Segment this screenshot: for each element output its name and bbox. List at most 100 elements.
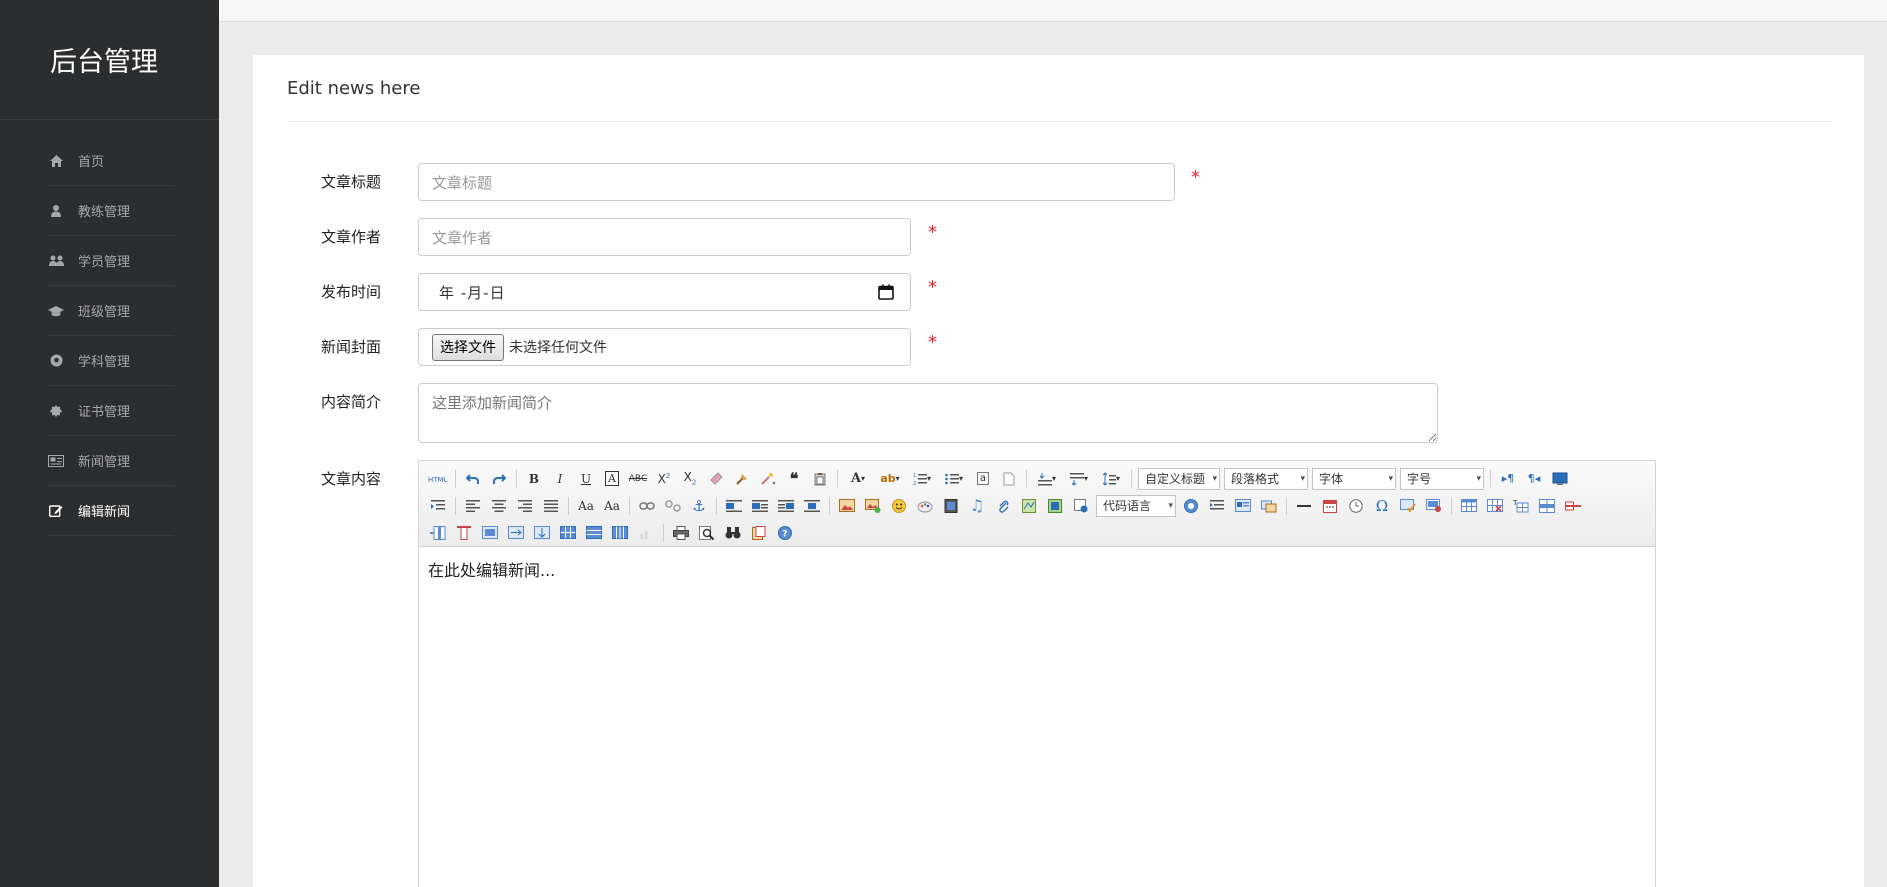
font-size-select[interactable]: 字号 — [1400, 467, 1484, 490]
publish-date-input[interactable]: 年 -月-日 — [418, 273, 911, 311]
delete-row-icon[interactable] — [1563, 496, 1583, 516]
google-map-icon[interactable] — [1045, 496, 1065, 516]
font-family-select[interactable]: 字体 — [1312, 467, 1396, 490]
lowercase-icon[interactable]: Aa — [602, 496, 622, 516]
format-painter-icon[interactable] — [732, 469, 752, 489]
scrawl-icon[interactable] — [915, 496, 935, 516]
special-chars-icon[interactable]: Ω — [1372, 496, 1392, 516]
ltr-icon[interactable]: ▸¶ — [1498, 469, 1518, 489]
image-right-icon[interactable] — [776, 496, 796, 516]
unordered-list-icon[interactable]: ▾ — [941, 469, 967, 489]
author-input[interactable]: 文章作者 — [418, 218, 911, 256]
delete-column-icon[interactable] — [454, 523, 474, 543]
insert-column-icon[interactable] — [428, 523, 448, 543]
search-replace-icon[interactable] — [723, 523, 743, 543]
row-spacing-bottom-icon[interactable]: ▾ — [1066, 469, 1092, 489]
insert-table-icon[interactable] — [1459, 496, 1479, 516]
background-icon[interactable] — [1233, 496, 1253, 516]
page-break-icon[interactable] — [1181, 496, 1201, 516]
snapscreen-icon[interactable] — [1259, 496, 1279, 516]
emotion-icon[interactable] — [889, 496, 909, 516]
eraser-icon[interactable] — [706, 469, 726, 489]
sidebar-item-students[interactable]: 学员管理 — [48, 236, 174, 286]
choose-file-button[interactable]: 选择文件 — [432, 333, 504, 361]
merge-down-icon[interactable] — [532, 523, 552, 543]
insert-image-icon[interactable] — [837, 496, 857, 516]
summary-textarea[interactable] — [418, 383, 1438, 443]
insert-frame-icon[interactable] — [1071, 496, 1091, 516]
sidebar-item-home[interactable]: 首页 — [48, 136, 174, 186]
merge-right-icon[interactable] — [506, 523, 526, 543]
bold-icon[interactable]: B — [524, 469, 544, 489]
align-left-icon[interactable] — [463, 496, 483, 516]
attachment-icon[interactable] — [993, 496, 1013, 516]
multi-image-icon[interactable] — [863, 496, 883, 516]
image-center-icon[interactable] — [802, 496, 822, 516]
preview-icon[interactable] — [697, 523, 717, 543]
map-icon[interactable] — [1019, 496, 1039, 516]
clear-doc-icon[interactable] — [999, 469, 1019, 489]
undo-icon[interactable] — [463, 469, 483, 489]
blockquote-icon[interactable]: ❝ — [784, 469, 804, 489]
horizontal-rule-icon[interactable] — [1294, 496, 1314, 516]
underline-icon[interactable]: U — [576, 469, 596, 489]
sidebar-item-edit-news[interactable]: 编辑新闻 — [48, 486, 174, 536]
search-replace-doc-icon[interactable] — [1424, 496, 1444, 516]
sidebar-item-coach[interactable]: 教练管理 — [48, 186, 174, 236]
cover-file-input[interactable]: 选择文件 未选择任何文件 — [418, 328, 911, 366]
strikethrough-icon[interactable]: ABC — [628, 469, 648, 489]
template-icon[interactable] — [1207, 496, 1227, 516]
superscript-icon[interactable]: X2 — [654, 469, 674, 489]
font-color-icon[interactable]: A ▾ — [845, 469, 871, 489]
indent-icon[interactable] — [428, 496, 448, 516]
print-icon[interactable] — [671, 523, 691, 543]
html-source-icon[interactable]: HTML — [428, 469, 448, 489]
help-icon[interactable]: ? — [775, 523, 795, 543]
spellcheck-icon[interactable] — [1398, 496, 1418, 516]
calendar-icon[interactable] — [878, 284, 894, 304]
redo-icon[interactable] — [489, 469, 509, 489]
anchor-icon[interactable]: ⚓ — [689, 496, 709, 516]
line-height-icon[interactable]: ▾ — [1098, 469, 1124, 489]
music-icon[interactable]: ♫ — [967, 496, 987, 516]
split-to-cells-icon[interactable] — [558, 523, 578, 543]
align-justify-icon[interactable] — [541, 496, 561, 516]
code-language-select[interactable]: 代码语言 — [1096, 494, 1176, 517]
row-spacing-top-icon[interactable]: ▾ — [1034, 469, 1060, 489]
sidebar-item-certificates[interactable]: 证书管理 — [48, 386, 174, 436]
align-right-icon[interactable] — [515, 496, 535, 516]
highlight-color-icon[interactable]: ab ▾ — [877, 469, 903, 489]
split-to-cols-icon[interactable] — [610, 523, 630, 543]
uppercase-icon[interactable]: Aa — [576, 496, 596, 516]
align-center-icon[interactable] — [489, 496, 509, 516]
font-size-box-icon[interactable]: a — [973, 469, 993, 489]
delete-table-icon[interactable] — [1485, 496, 1505, 516]
rtl-icon[interactable]: ¶◂ — [1524, 469, 1544, 489]
sidebar-item-news[interactable]: 新闻管理 — [48, 436, 174, 486]
insert-paragraph-before-table-icon[interactable]: T — [1511, 496, 1531, 516]
sidebar-item-classes[interactable]: 班级管理 — [48, 286, 174, 336]
unlink-icon[interactable] — [663, 496, 683, 516]
font-border-icon[interactable]: A — [602, 469, 622, 489]
title-input[interactable]: 文章标题 — [418, 163, 1175, 201]
ordered-list-icon[interactable]: 1 2 ▾ — [909, 469, 935, 489]
split-to-rows-icon[interactable] — [584, 523, 604, 543]
italic-icon[interactable]: I — [550, 469, 570, 489]
paragraph-format-select[interactable]: 段落格式 — [1224, 467, 1308, 490]
subscript-icon[interactable]: X2 — [680, 469, 700, 489]
time-icon[interactable] — [1346, 496, 1366, 516]
paste-text-icon[interactable] — [810, 469, 830, 489]
fullscreen-icon[interactable] — [1550, 469, 1570, 489]
auto-format-icon[interactable] — [758, 469, 778, 489]
image-left-icon[interactable] — [750, 496, 770, 516]
custom-title-select[interactable]: 自定义标题 — [1138, 467, 1220, 490]
link-icon[interactable] — [637, 496, 657, 516]
sidebar-item-subjects[interactable]: 学科管理 — [48, 336, 174, 386]
drafts-icon[interactable] — [749, 523, 769, 543]
merge-cells-icon[interactable] — [480, 523, 500, 543]
video-icon[interactable] — [941, 496, 961, 516]
insert-row-icon[interactable] — [1537, 496, 1557, 516]
image-none-icon[interactable] — [724, 496, 744, 516]
date-icon[interactable] — [1320, 496, 1340, 516]
editor-content[interactable]: 在此处编辑新闻... — [419, 547, 1655, 591]
